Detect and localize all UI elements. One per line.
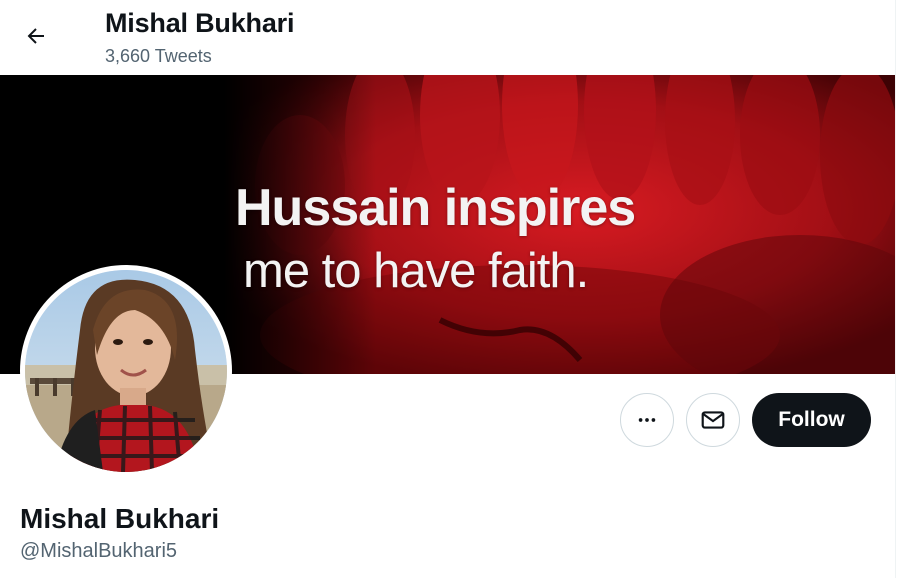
profile-photo [25,270,227,472]
banner-text-line1: Hussain inspires [235,179,636,237]
follow-button[interactable]: Follow [752,393,871,447]
avatar[interactable] [20,265,232,477]
profile-header: Mishal Bukhari 3,660 Tweets [0,0,895,75]
profile-handle: @MishalBukhari5 [20,540,178,562]
column-divider [895,0,902,578]
header-title: Mishal Bukhari [105,8,295,38]
more-button[interactable] [620,393,674,447]
profile-name: Mishal Bukhari [20,503,220,534]
arrow-left-icon [27,28,44,44]
profile-page: Mishal Bukhari 3,660 Tweets Hussain insp… [0,0,902,578]
envelope-icon [701,411,725,429]
tweet-count: 3,660 Tweets [105,46,212,66]
back-button[interactable] [16,16,56,56]
message-button[interactable] [686,393,740,447]
more-horizontal-icon [638,418,656,422]
banner-text-line2: me to have faith. [243,244,589,298]
